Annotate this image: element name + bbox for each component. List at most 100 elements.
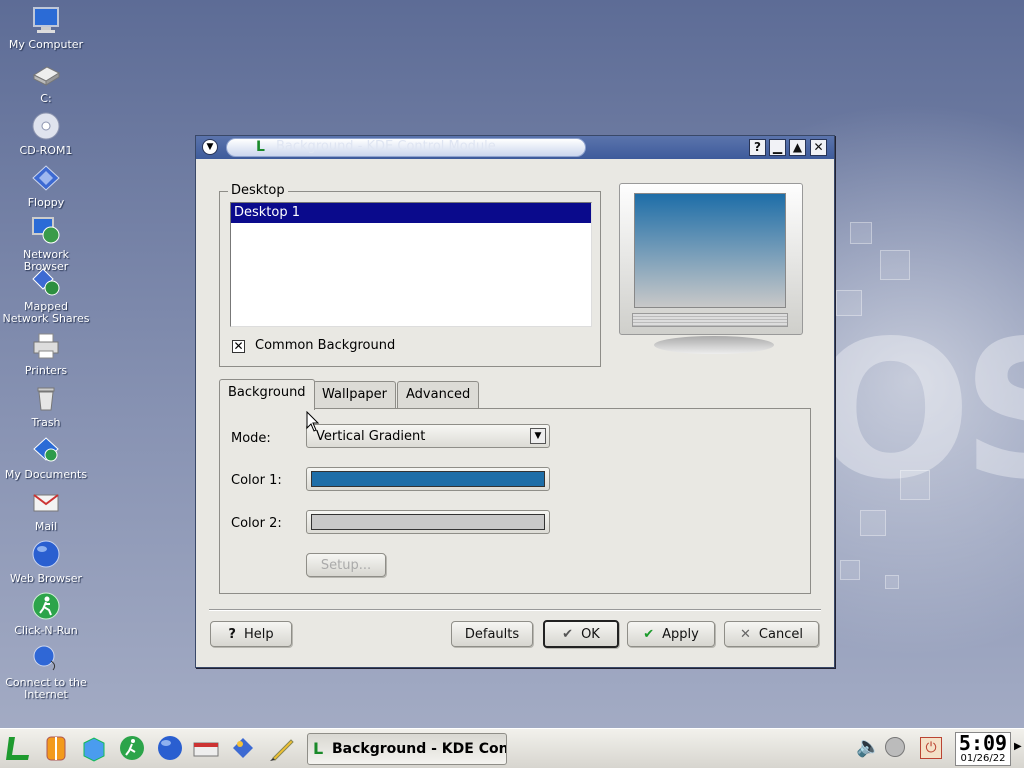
desktop-icon-label: Mail (34, 520, 58, 533)
button-separator (209, 609, 821, 611)
kde-logo-icon: L (256, 139, 265, 155)
network-browser-icon (30, 214, 62, 246)
wallpaper-square (885, 575, 899, 589)
apply-button-label: Apply (662, 626, 699, 642)
network-shares-icon (30, 266, 62, 298)
defaults-button[interactable]: Defaults (451, 621, 533, 647)
paint-icon[interactable] (266, 732, 298, 764)
checkmark-icon: ✔ (562, 626, 574, 642)
desktop-list[interactable]: Desktop 1 (230, 202, 592, 327)
cancel-button[interactable]: ✕ Cancel (724, 621, 819, 647)
desktop-icon-label: Trash (31, 416, 61, 429)
computer-icon (30, 4, 62, 36)
defaults-button-label: Defaults (464, 626, 520, 642)
window-menu-button[interactable]: ▼ (202, 139, 218, 155)
apply-button[interactable]: ✔ Apply (627, 621, 715, 647)
desktop-icon-label: Connect to the Internet (5, 676, 87, 701)
desktop-icon-printers[interactable]: Printers (0, 330, 92, 377)
network-icon[interactable] (228, 732, 260, 764)
web-browser-icon (30, 538, 62, 570)
desktop-group-title: Desktop (228, 183, 288, 198)
desktop-icon-my-computer[interactable]: My Computer (0, 4, 92, 51)
ok-button-label: OK (581, 626, 600, 642)
desktop-icon-label: Click-N-Run (14, 624, 78, 637)
minimize-button[interactable]: ▁ (769, 139, 786, 156)
cancel-button-label: Cancel (758, 626, 803, 642)
wallpaper-square (880, 250, 910, 280)
clock-time: 5:09 (958, 731, 1008, 755)
ok-button[interactable]: ✔ OK (543, 620, 619, 648)
drive-icon (30, 58, 62, 90)
monitor-preview (619, 183, 805, 363)
desktop-icon-connect-internet[interactable]: Connect to the Internet (0, 642, 92, 701)
wallpaper-square (850, 222, 872, 244)
desktop-icon-click-n-run[interactable]: Click-N-Run (0, 590, 92, 637)
desktop-icon-label: C: (40, 92, 52, 105)
maximize-button[interactable]: ▲ (789, 139, 806, 156)
trash-icon (30, 382, 62, 414)
chevron-down-icon: ▼ (530, 428, 546, 444)
setup-button[interactable]: Setup... (306, 553, 386, 577)
color1-swatch (311, 471, 545, 487)
package-icon[interactable] (78, 732, 110, 764)
mail-icon[interactable] (190, 732, 222, 764)
color2-swatch (311, 514, 545, 530)
tab-background[interactable]: Background (219, 379, 315, 410)
lifejacket-icon[interactable] (40, 732, 72, 764)
background-tab-panel: Mode: Vertical Gradient ▼ Color 1: Color… (219, 408, 811, 594)
desktop-icon-cdrom[interactable]: CD-ROM1 (0, 110, 92, 157)
list-item[interactable]: Desktop 1 (231, 203, 591, 223)
documents-icon (30, 434, 62, 466)
floppy-icon (30, 162, 62, 194)
desktop-groupbox: Desktop Desktop 1 ✕ Common Background (219, 183, 601, 367)
mode-combobox[interactable]: Vertical Gradient ▼ (306, 424, 550, 448)
help-button-label: Help (243, 626, 274, 642)
help-button[interactable]: ? Help (210, 621, 292, 647)
tab-wallpaper[interactable]: Wallpaper (313, 381, 397, 409)
clock[interactable]: 5:09 01/26/22 (955, 732, 1011, 766)
desktop-icon-web-browser[interactable]: Web Browser (0, 538, 92, 585)
desktop-icon-mail[interactable]: Mail (0, 486, 92, 533)
network-status-icon[interactable] (885, 737, 905, 757)
mode-label: Mode: (231, 431, 271, 446)
window-title: Background - KDE Control Module (276, 139, 496, 154)
click-n-run-icon[interactable] (116, 732, 148, 764)
desktop-icon-label: My Documents (4, 468, 88, 481)
desktop-icon-label: CD-ROM1 (19, 144, 73, 157)
desktop-icon-label: Web Browser (9, 572, 83, 585)
common-background-checkbox[interactable]: ✕ (232, 340, 245, 353)
desktop-icon-network-browser[interactable]: Network Browser (0, 214, 92, 273)
volume-icon[interactable]: 🔈 (856, 734, 881, 758)
close-icon: ✕ (740, 626, 751, 642)
web-browser-icon[interactable] (154, 732, 186, 764)
mouse-cursor-icon (306, 411, 320, 432)
help-title-button[interactable]: ? (749, 139, 766, 156)
desktop-icon-mapped-network-shares[interactable]: Mapped Network Shares (0, 266, 92, 325)
power-icon[interactable]: ⏻ (920, 737, 942, 759)
color2-button[interactable] (306, 510, 550, 534)
taskbar: L Background - KDE Control Module 🔈 ⏻ 5:… (0, 728, 1024, 768)
printer-icon (30, 330, 62, 362)
desktop-icon-my-documents[interactable]: My Documents (0, 434, 92, 481)
window-titlebar[interactable]: ▼ L Background - KDE Control Module ? ▁ … (196, 136, 834, 159)
color1-label: Color 1: (231, 473, 282, 488)
desktop-icon-c-drive[interactable]: C: (0, 58, 92, 105)
setup-button-label: Setup... (320, 557, 372, 573)
internet-connect-icon (30, 642, 62, 674)
tab-advanced[interactable]: Advanced (397, 381, 480, 409)
task-background-kde[interactable]: L Background - KDE Control Module (307, 733, 507, 765)
desktop-icon-label: My Computer (8, 38, 84, 51)
close-button[interactable]: ✕ (810, 139, 827, 156)
click-n-run-icon (30, 590, 62, 622)
desktop-icon-trash[interactable]: Trash (0, 382, 92, 429)
help-icon: ? (228, 626, 236, 642)
common-background-label: Common Background (255, 338, 396, 353)
kde-logo-icon: L (313, 739, 324, 758)
desktop-icon-label: Mapped Network Shares (2, 300, 90, 325)
start-menu-button[interactable] (2, 732, 34, 764)
desktop-icon-label: Printers (24, 364, 68, 377)
desktop-icon-floppy[interactable]: Floppy (0, 162, 92, 209)
color1-button[interactable] (306, 467, 550, 491)
mail-icon (30, 486, 62, 518)
chevron-right-icon[interactable]: ▶ (1014, 741, 1022, 752)
